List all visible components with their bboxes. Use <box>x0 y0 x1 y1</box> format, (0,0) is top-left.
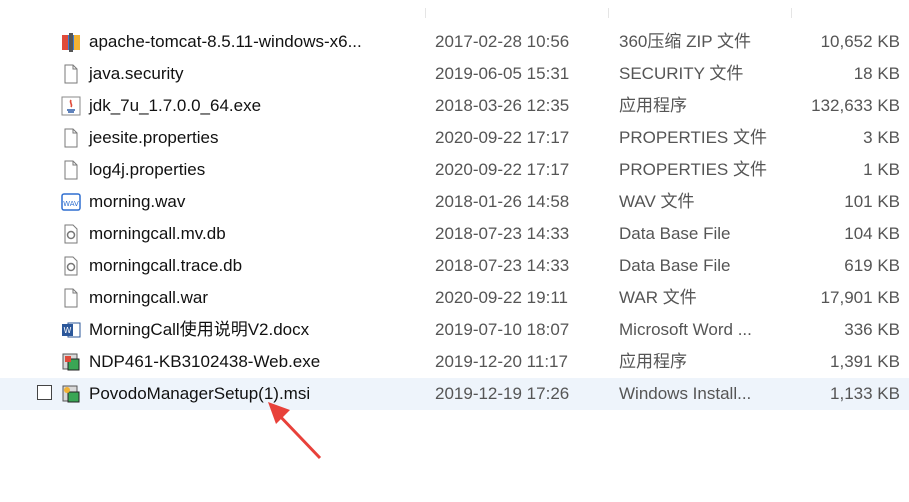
database-icon <box>60 223 82 245</box>
file-type: SECURITY 文件 <box>619 64 744 83</box>
installer-icon <box>60 351 82 373</box>
file-icon <box>60 63 82 85</box>
file-row[interactable]: jdk_7u_1.7.0.0_64.exe 2018-03-26 12:35 应用程… <box>0 90 909 122</box>
file-size: 17,901 KB <box>820 288 900 307</box>
audio-icon: WAV <box>60 191 82 213</box>
file-size: 619 KB <box>844 256 900 275</box>
file-type: WAV 文件 <box>619 192 695 211</box>
file-row[interactable]: morningcall.trace.db 2018-07-23 14:33 Data… <box>0 250 909 282</box>
file-type: 应用程序 <box>619 96 687 115</box>
file-row[interactable]: java.security 2019-06-05 15:31 SECURITY 文件… <box>0 58 909 90</box>
file-type: Data Base File <box>619 224 731 243</box>
file-size: 1,133 KB <box>830 384 900 403</box>
file-size: 336 KB <box>844 320 900 339</box>
file-icon <box>60 287 82 309</box>
file-date: 2019-12-20 11:17 <box>435 352 568 371</box>
word-icon: W <box>60 319 82 341</box>
file-row[interactable]: morningcall.war 2020-09-22 19:11 WAR 文件 17,… <box>0 282 909 314</box>
file-date: 2018-03-26 12:35 <box>435 96 570 115</box>
file-size: 1,391 KB <box>830 352 900 371</box>
file-name: morning.wav <box>89 192 186 211</box>
file-row[interactable]: jeesite.properties 2020-09-22 17:17 PROPER… <box>0 122 909 154</box>
file-type: WAR 文件 <box>619 288 697 307</box>
file-date: 2019-07-10 18:07 <box>435 320 570 339</box>
archive-icon <box>60 31 82 53</box>
file-name: log4j.properties <box>89 160 206 179</box>
file-size: 101 KB <box>844 192 900 211</box>
column-divider[interactable] <box>608 8 609 18</box>
file-type: PROPERTIES 文件 <box>619 160 767 179</box>
file-date: 2018-01-26 14:58 <box>435 192 570 211</box>
file-date: 2020-09-22 17:17 <box>435 128 570 147</box>
file-row[interactable]: apache-tomcat-8.5.11-windows-x6... 2017-0… <box>0 26 909 58</box>
file-size: 104 KB <box>844 224 900 243</box>
file-name: morningcall.war <box>89 288 209 307</box>
java-icon <box>60 95 82 117</box>
file-name: jeesite.properties <box>89 128 219 147</box>
file-icon <box>60 127 82 149</box>
file-size: 10,652 KB <box>820 32 900 51</box>
file-date: 2019-06-05 15:31 <box>435 64 570 83</box>
file-row[interactable]: W MorningCall使用说明V2.docx 2019-07-10 18:07 M… <box>0 314 909 346</box>
file-name: MorningCall使用说明V2.docx <box>89 320 310 339</box>
column-divider[interactable] <box>425 8 426 18</box>
file-size: 132,633 KB <box>811 96 900 115</box>
file-size: 18 KB <box>853 64 900 83</box>
file-type: 360压缩 ZIP 文件 <box>619 32 751 51</box>
file-name: apache-tomcat-8.5.11-windows-x6... <box>89 32 362 51</box>
file-name: NDP461-KB3102438-Web.exe <box>89 352 321 371</box>
file-date: 2019-12-19 17:26 <box>435 384 570 403</box>
file-row[interactable]: log4j.properties 2020-09-22 17:17 PROPERTI… <box>0 154 909 186</box>
file-date: 2017-02-28 10:56 <box>435 32 570 51</box>
svg-text:WAV: WAV <box>63 200 79 208</box>
file-date: 2018-07-23 14:33 <box>435 256 570 275</box>
file-date: 2018-07-23 14:33 <box>435 224 570 243</box>
file-list: apache-tomcat-8.5.11-windows-x6... 2017-0… <box>0 26 909 410</box>
file-type: Data Base File <box>619 256 731 275</box>
file-row[interactable]: WAV morning.wav 2018-01-26 14:58 WAV 文件 101 … <box>0 186 909 218</box>
file-size: 1 KB <box>863 160 900 179</box>
file-row[interactable]: morningcall.mv.db 2018-07-23 14:33 Data Ba… <box>0 218 909 250</box>
file-type: Microsoft Word ... <box>619 320 752 339</box>
file-date: 2020-09-22 17:17 <box>435 160 570 179</box>
msi-icon <box>60 383 82 405</box>
database-icon <box>60 255 82 277</box>
row-checkbox[interactable] <box>37 385 52 400</box>
red-arrow-annotation <box>268 402 322 460</box>
file-row[interactable]: NDP461-KB3102438-Web.exe 2019-12-20 11:17… <box>0 346 909 378</box>
svg-text:W: W <box>64 326 72 335</box>
file-row[interactable]: PovodoManagerSetup(1).msi 2019-12-19 17:2… <box>0 378 909 410</box>
file-name: morningcall.trace.db <box>89 256 243 275</box>
file-type: Windows Install... <box>619 384 752 403</box>
file-name: jdk_7u_1.7.0.0_64.exe <box>89 96 262 115</box>
column-divider[interactable] <box>791 8 792 18</box>
file-type: 应用程序 <box>619 352 687 371</box>
file-type: PROPERTIES 文件 <box>619 128 767 147</box>
file-icon <box>60 159 82 181</box>
file-size: 3 KB <box>863 128 900 147</box>
file-name: java.security <box>89 64 184 83</box>
file-date: 2020-09-22 19:11 <box>435 288 568 307</box>
file-name: morningcall.mv.db <box>89 224 226 243</box>
